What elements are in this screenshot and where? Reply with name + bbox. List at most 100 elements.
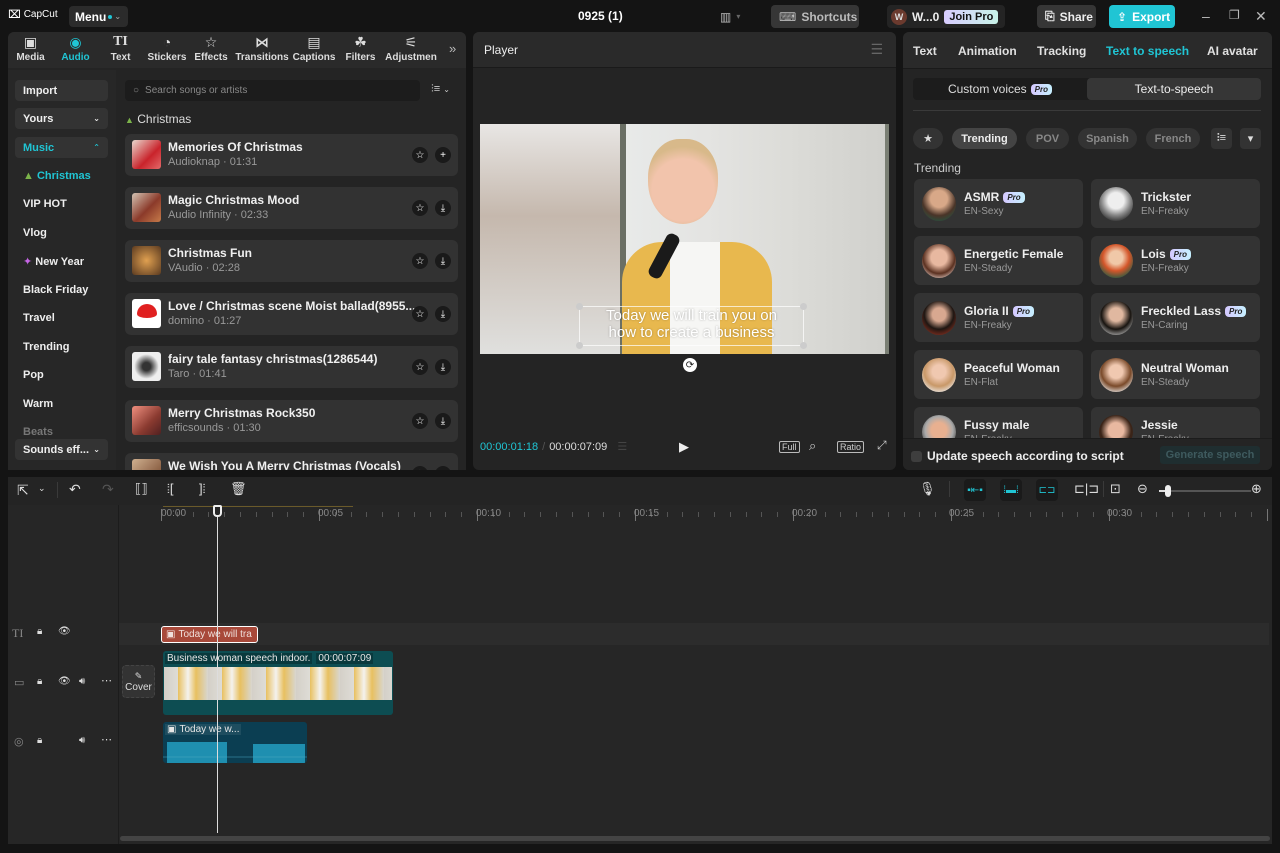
split-left-icon[interactable]: ⦙[ [167,481,174,497]
video-preview[interactable]: Today we will train you on how to create… [480,124,889,354]
visibility-eye-icon[interactable]: 👁︎ [58,626,71,637]
resize-handle[interactable] [576,303,583,310]
main-track-magnet-icon[interactable]: ▪⇤▪ [964,479,986,501]
cover-button[interactable]: ✎ Cover [122,665,155,698]
custom-voices-tab[interactable]: Custom voices Pro [913,78,1087,100]
player-menu-icon[interactable]: ☰ [870,41,883,58]
tab-text[interactable]: TI Text [98,34,143,63]
category-vip-hot[interactable]: VIP HOT [23,198,67,210]
shortcuts-button[interactable]: ⌨ Shortcuts [771,5,859,28]
voice-card[interactable]: Fussy maleEN-Freaky [914,407,1083,438]
favorite-star-icon[interactable]: ☆ [412,466,428,470]
sounds-effects-dropdown[interactable]: Sounds eff... ⌄ [15,439,108,460]
favorite-star-icon[interactable]: ☆ [412,253,428,269]
linkage-icon[interactable]: ⊏⊐ [1036,479,1058,501]
voice-card[interactable]: Lois Pro EN-Freaky [1091,236,1260,285]
chevron-down-icon[interactable]: ▾ [1240,128,1261,149]
playhead-handle[interactable] [213,505,222,517]
download-icon[interactable]: ⤓ [435,413,451,429]
more-options-icon[interactable]: ⋯ [101,733,112,746]
resize-handle[interactable] [800,342,807,349]
voice-card[interactable]: JessieEN-Freaky [1091,407,1260,438]
filter-icon[interactable]: ⫶≡ [1211,128,1232,149]
video-clip[interactable]: Business woman speech indoor. 00:00:07:0… [163,651,393,715]
tab-filters[interactable]: ☘ Filters [338,34,383,63]
auto-snap-icon[interactable]: ⁞▬⁞ [1000,479,1022,501]
join-pro-badge[interactable]: Join Pro [944,9,999,24]
download-icon[interactable]: ⤓ [435,306,451,322]
chip-french[interactable]: French [1146,128,1200,149]
chip-spanish[interactable]: Spanish [1078,128,1137,149]
horizontal-scrollbar[interactable] [120,836,1270,841]
favorite-star-icon[interactable]: ☆ [412,200,428,216]
download-icon[interactable]: ⤓ [435,466,451,470]
preview-axis-icon[interactable]: ⊏|⊐ [1074,481,1099,497]
category-christmas[interactable]: ▲ Christmas [23,170,91,182]
chip-pov[interactable]: POV [1026,128,1069,149]
split-icon[interactable]: ⟦⟧ [135,481,148,497]
zoom-in-icon[interactable]: ⊕ [1251,481,1262,497]
redo-icon[interactable]: ↷ [102,481,114,498]
favorites-chip[interactable]: ★ [913,128,943,149]
microphone-icon[interactable]: 🎙 [919,481,936,497]
category-black-friday[interactable]: Black Friday [23,284,88,296]
undo-icon[interactable]: ↶ [69,481,81,498]
download-icon[interactable]: ⤓ [435,253,451,269]
restore-icon[interactable]: ❐ [1229,8,1240,22]
timeline-zoom-slider[interactable] [1159,485,1251,497]
category-warm[interactable]: Warm [23,398,53,410]
favorite-star-icon[interactable]: ☆ [412,306,428,322]
tab-effects[interactable]: ☆ Effects [189,34,233,63]
lock-icon[interactable]: 🔒︎ [37,676,42,687]
update-speech-checkbox[interactable]: Update speech according to script [911,449,1124,463]
select-tool-icon[interactable]: ⇱ [17,482,29,499]
fullscreen-icon[interactable]: ⤢ [877,438,887,453]
ratio-button[interactable]: Ratio [837,441,865,453]
tab-adjustment[interactable]: ⚟ Adjustmen [385,34,437,63]
category-pop[interactable]: Pop [23,369,44,381]
volume-icon[interactable]: 🔊︎ [79,676,85,687]
tab-transitions[interactable]: ⋈ Transitions [235,34,288,63]
download-icon[interactable]: ⤓ [435,200,451,216]
resize-handle[interactable] [576,342,583,349]
category-new-year[interactable]: ✦ New Year [23,255,84,268]
search-input[interactable]: ○ Search songs or artists [125,80,420,101]
import-button[interactable]: Import [15,80,108,101]
favorite-star-icon[interactable]: ☆ [412,147,428,163]
tab-media[interactable]: ▣ Media [8,34,53,63]
voice-card[interactable]: ASMR Pro EN-Sexy [914,179,1083,228]
category-travel[interactable]: Travel [23,312,55,324]
delete-icon[interactable]: 🗑 [230,481,247,497]
volume-icon[interactable]: 🔊︎ [79,735,85,746]
account-button[interactable]: W W...0 Join Pro [887,5,1005,28]
voice-card[interactable]: Trickster EN-Freaky [1091,179,1260,228]
tab-audio[interactable]: ◉ Audio [53,34,98,63]
minimize-icon[interactable]: – [1202,8,1210,24]
rotate-handle-icon[interactable]: ⟳ [683,358,697,372]
voice-card[interactable]: Peaceful Woman EN-Flat [914,350,1083,399]
tab-captions[interactable]: ▤ Captions [291,34,337,63]
tab-ai-avatar[interactable]: AI avatar [1207,44,1265,58]
voice-card[interactable]: Neutral Woman EN-Steady [1091,350,1260,399]
voice-card[interactable]: Gloria II Pro EN-Freaky [914,293,1083,342]
add-icon[interactable]: + [435,147,451,163]
share-button[interactable]: ⎘ Share [1037,5,1096,28]
menu-button[interactable]: Menu ⌄ [69,6,128,27]
checkbox-icon[interactable] [911,450,922,462]
yours-dropdown[interactable]: Yours ⌄ [15,108,108,129]
download-icon[interactable]: ⤓ [435,359,451,375]
more-options-icon[interactable]: ⋯ [101,674,112,687]
full-quality-button[interactable]: Full [779,441,800,453]
zoom-out-icon[interactable]: ⊖ [1137,481,1148,497]
favorite-star-icon[interactable]: ☆ [412,413,428,429]
more-tabs-icon[interactable]: » [449,41,456,56]
chevron-down-icon[interactable]: ⌄ [38,483,46,494]
song-item[interactable]: Love / Christmas scene Moist ballad(8955… [125,293,458,335]
song-item[interactable]: We Wish You A Merry Christmas (Vocals) ☆… [125,453,458,470]
text-to-speech-mode-tab[interactable]: Text-to-speech [1087,78,1261,100]
resize-handle[interactable] [800,303,807,310]
playhead[interactable] [217,506,218,833]
tab-text[interactable]: Text [913,44,937,58]
lock-icon[interactable]: 🔒︎ [37,626,42,637]
category-vlog[interactable]: Vlog [23,227,47,239]
